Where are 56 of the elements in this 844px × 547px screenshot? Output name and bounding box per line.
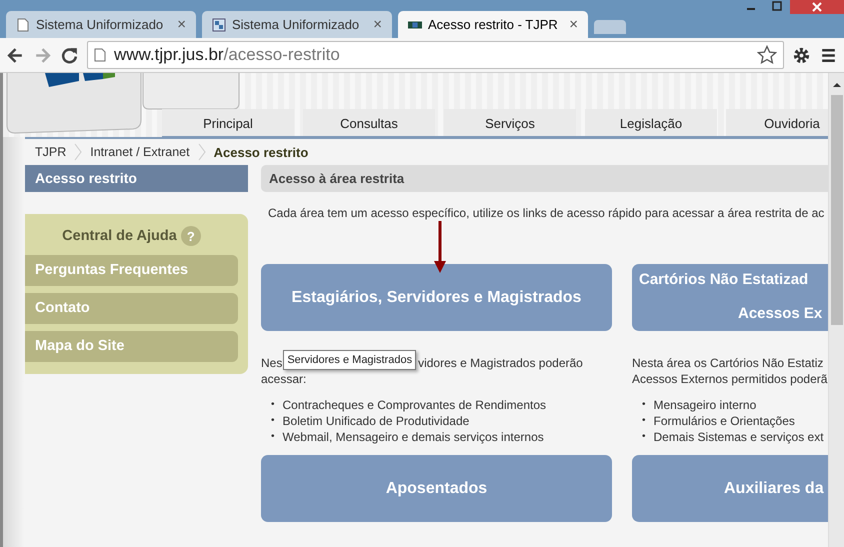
page-icon (94, 48, 106, 62)
tab-title: Acesso restrito - TJPR (428, 17, 559, 32)
bullet: • (271, 414, 275, 428)
pointer-arrow (434, 221, 446, 273)
browser-tab[interactable]: Sistema Uniformizado × (202, 11, 392, 38)
browser-tab[interactable]: Sistema Uniformizado × (6, 11, 196, 38)
grid-icon (212, 18, 226, 32)
list-item: Webmail, Mensageiro e demais serviços internos (282, 429, 544, 445)
list-item: Demais Sistemas e serviços ext (654, 429, 824, 445)
tab-title: Sistema Uniformizado (36, 17, 164, 32)
close-icon[interactable] (790, 0, 844, 14)
address-bar[interactable]: www.tjpr.jus.br/acesso-restrito (87, 41, 784, 69)
star-icon[interactable] (757, 45, 777, 65)
chevron-icon (198, 143, 206, 161)
bullet: • (271, 398, 275, 412)
breadcrumb-link[interactable]: TJPR (35, 145, 66, 159)
nav-tab[interactable]: Ouvidoria (726, 109, 828, 136)
close-icon[interactable]: × (373, 16, 382, 33)
scroll-up-icon[interactable] (832, 81, 842, 89)
url-text: www.tjpr.jus.br/acesso-restrito (114, 45, 341, 65)
tooltip: Servidores e Magistrados (283, 350, 416, 370)
reload-icon[interactable] (60, 46, 79, 64)
breadcrumb-link[interactable]: Acesso restrito (214, 144, 308, 160)
list-item: Mensageiro interno (654, 397, 756, 413)
breadcrumb-link[interactable]: Intranet / Extranet (90, 145, 190, 159)
scrollbar[interactable] (828, 73, 844, 547)
tab-title: Sistema Uniformizado (232, 17, 360, 32)
nav-tab[interactable]: Principal (162, 109, 294, 136)
description-text: acessar: (261, 371, 306, 387)
nav-tab[interactable]: Consultas (303, 109, 435, 136)
back-icon[interactable] (6, 46, 25, 64)
bullet: • (271, 430, 275, 444)
list-item: Contracheques e Comprovantes de Rendimentos (282, 397, 546, 413)
sidebar-title: Acesso restrito (25, 165, 248, 192)
nav-tab[interactable]: Legislação (585, 109, 717, 136)
chevron-icon (74, 143, 82, 161)
description-text: Nes (261, 355, 282, 371)
help-title: Central de Ajuda (62, 228, 177, 244)
settings-icon[interactable] (792, 46, 811, 64)
bullet: • (642, 398, 646, 412)
list-item: Formulários e Orientações (654, 413, 795, 429)
scroll-thumb[interactable] (830, 95, 842, 325)
description-text: vidores e Magistrados poderão (418, 355, 583, 371)
description-text: Nesta área os Cartórios Não Estatiz (632, 355, 824, 371)
close-icon[interactable]: × (569, 16, 578, 33)
intro-text: Cada área tem um acesso específico, utilize os links de acesso rápido para acessar a área restrita de ac (268, 206, 826, 220)
section-heading: Acesso à área restrita (261, 165, 828, 192)
browser-tab[interactable]: Acesso restrito - TJPR × (398, 11, 588, 38)
list-item: Boletim Unificado de Produtividade (282, 413, 470, 429)
bullet: • (642, 414, 646, 428)
bullet: • (642, 430, 646, 444)
nav-tab[interactable]: Serviços (444, 109, 576, 136)
help-icon: ? (180, 226, 201, 246)
close-icon[interactable]: × (177, 16, 186, 33)
page-icon (16, 18, 30, 32)
description-text: Acessos Externos permitidos poderã (632, 371, 828, 387)
